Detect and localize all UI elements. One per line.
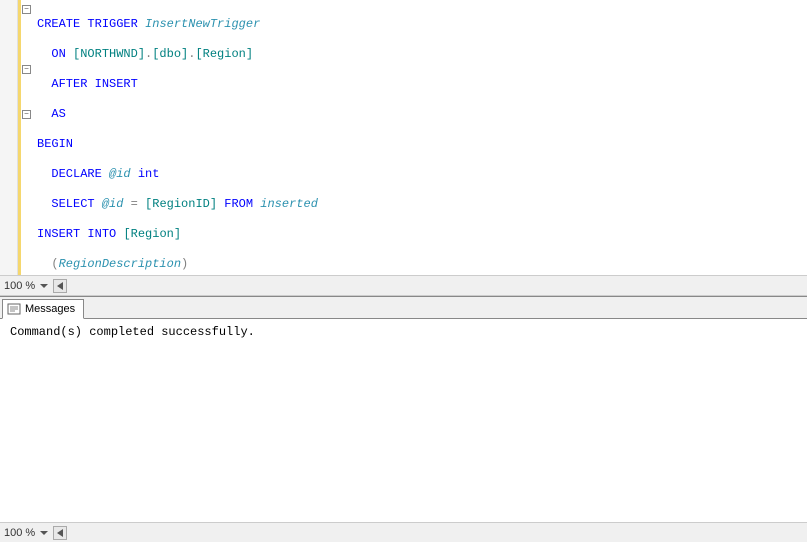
- kw-select: SELECT: [51, 197, 94, 211]
- line-gutter: [0, 0, 18, 275]
- inserted-table: inserted: [260, 197, 318, 211]
- kw-insert: INSERT: [95, 77, 138, 91]
- editor-zoom-bar: 100 %: [0, 275, 807, 295]
- sql-editor-pane: − − − CREATE TRIGGER InsertNewTrigger ON…: [0, 0, 807, 296]
- messages-icon: [7, 302, 21, 316]
- col-regionid: [RegionID]: [145, 197, 217, 211]
- scroll-left-button[interactable]: [53, 279, 67, 293]
- zoom-dropdown[interactable]: [39, 526, 49, 540]
- kw-create: CREATE: [37, 17, 80, 31]
- fold-toggle[interactable]: −: [22, 110, 31, 119]
- zoom-value: 100 %: [4, 280, 35, 292]
- var-id: @id: [102, 197, 124, 211]
- messages-tab[interactable]: Messages: [2, 299, 84, 319]
- kw-into: INTO: [87, 227, 116, 241]
- kw-trigger: TRIGGER: [87, 17, 137, 31]
- paren-close: ): [181, 257, 188, 271]
- kw-declare: DECLARE: [51, 167, 101, 181]
- code-container: − − − CREATE TRIGGER InsertNewTrigger ON…: [0, 0, 807, 275]
- schema-name: [dbo]: [152, 47, 188, 61]
- zoom-value: 100 %: [4, 527, 35, 539]
- results-tab-strip: Messages: [0, 297, 807, 319]
- sql-code-editor[interactable]: CREATE TRIGGER InsertNewTrigger ON [NORT…: [33, 0, 807, 275]
- kw-insert: INSERT: [37, 227, 80, 241]
- kw-from: FROM: [224, 197, 253, 211]
- kw-begin: BEGIN: [37, 137, 73, 151]
- kw-on: ON: [51, 47, 65, 61]
- fold-toggle[interactable]: −: [22, 65, 31, 74]
- zoom-dropdown[interactable]: [39, 279, 49, 293]
- db-name: [NORTHWND]: [73, 47, 145, 61]
- tab-label: Messages: [25, 303, 75, 315]
- messages-output[interactable]: Command(s) completed successfully.: [0, 319, 807, 522]
- type-int: int: [138, 167, 160, 181]
- trigger-name: InsertNewTrigger: [145, 17, 260, 31]
- results-pane: Messages Command(s) completed successful…: [0, 296, 807, 542]
- op-eq: =: [131, 197, 138, 211]
- var-id: @id: [109, 167, 131, 181]
- paren-open: (: [51, 257, 58, 271]
- fold-gutter: − − −: [21, 0, 33, 275]
- scroll-left-button[interactable]: [53, 526, 67, 540]
- col-regiondesc: RegionDescription: [59, 257, 181, 271]
- table-region: [Region]: [123, 227, 181, 241]
- message-text: Command(s) completed successfully.: [10, 325, 797, 339]
- fold-toggle[interactable]: −: [22, 5, 31, 14]
- kw-after: AFTER: [51, 77, 87, 91]
- table-name: [Region]: [195, 47, 253, 61]
- kw-as: AS: [51, 107, 65, 121]
- results-zoom-bar: 100 %: [0, 522, 807, 542]
